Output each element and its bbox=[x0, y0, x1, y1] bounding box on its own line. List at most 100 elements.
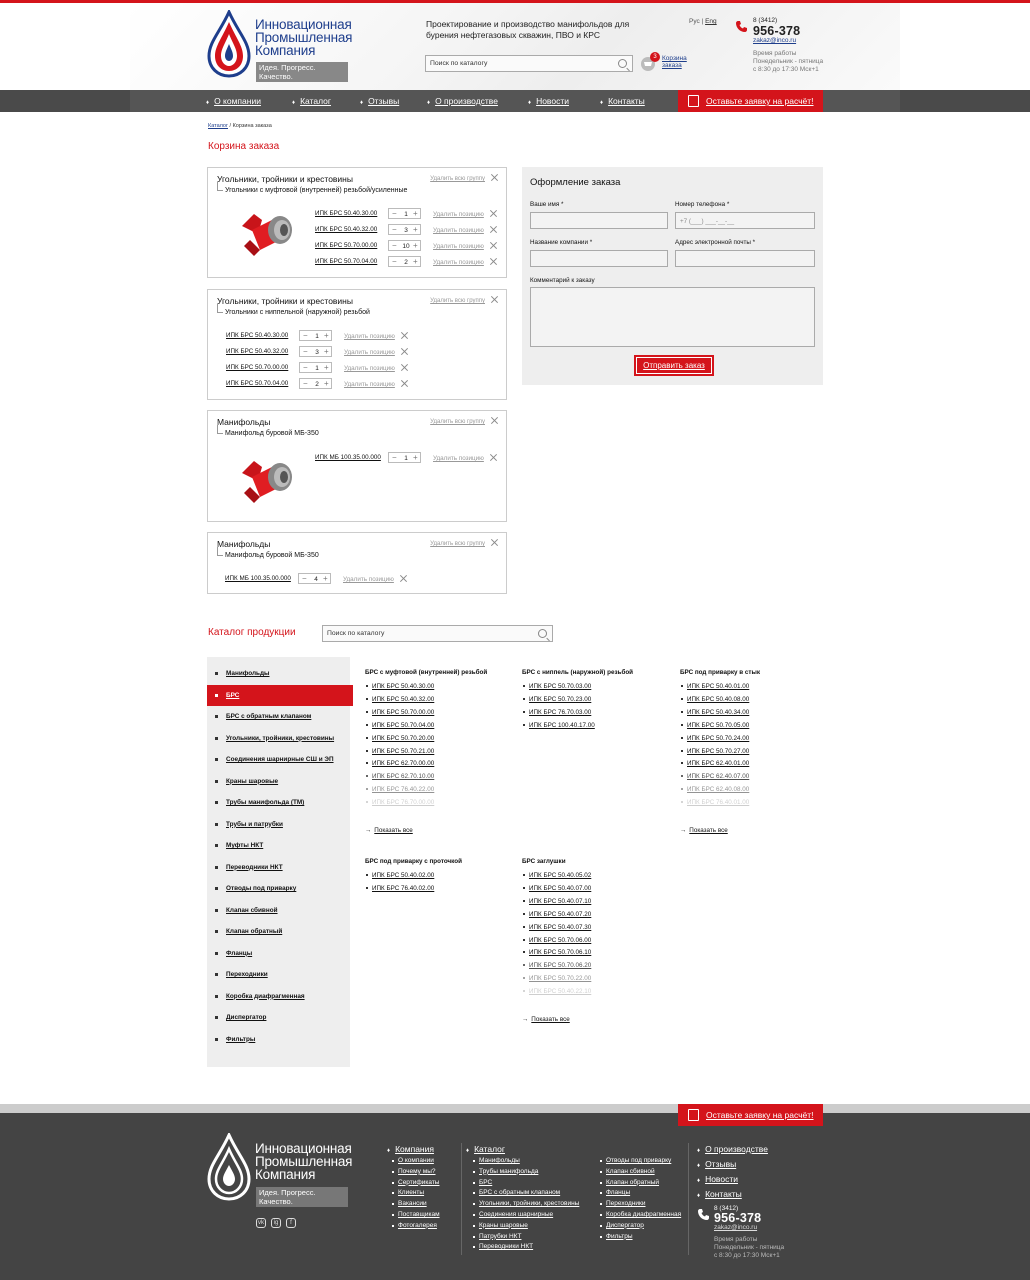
catalog-item-link[interactable]: ИПК БРС 50.70.04.00 bbox=[365, 722, 434, 729]
sidebar-item[interactable]: БРС bbox=[214, 692, 239, 699]
footer-main-link[interactable]: Контакты bbox=[697, 1189, 742, 1199]
header-search[interactable]: Поиск по каталогу bbox=[425, 55, 633, 72]
catalog-item-link[interactable]: ИПК БРС 50.70.06.10 bbox=[522, 949, 591, 956]
plus-icon[interactable]: + bbox=[413, 257, 418, 266]
quantity-stepper[interactable]: −1 + bbox=[388, 208, 421, 219]
delete-position-button[interactable]: Удалить позицию bbox=[344, 348, 408, 356]
footer-catalog-sublink[interactable]: Фильтры bbox=[600, 1233, 633, 1240]
catalog-item-link[interactable]: ИПК БРС 50.40.08.00 bbox=[680, 696, 749, 703]
catalog-item-link[interactable]: ИПК БРС 50.40.22.10 bbox=[522, 988, 591, 995]
sidebar-item[interactable]: Отводы под приварку bbox=[214, 885, 296, 892]
quantity-stepper[interactable]: −3 + bbox=[388, 224, 421, 235]
catalog-item-link[interactable]: ИПК БРС 50.70.20.00 bbox=[365, 735, 434, 742]
close-icon[interactable] bbox=[401, 348, 408, 355]
catalog-item-link[interactable]: ИПК БРС 62.70.10.00 bbox=[365, 773, 434, 780]
catalog-item-link[interactable]: ИПК БРС 50.40.07.10 bbox=[522, 898, 591, 905]
footer-catalog-sublink[interactable]: Диспергатор bbox=[600, 1222, 644, 1229]
sidebar-item[interactable]: Трубы манифольда (ТМ) bbox=[214, 799, 304, 806]
show-all-link[interactable]: Показать все bbox=[680, 827, 727, 834]
cart-item-code[interactable]: ИПК БРС 50.70.04.00 bbox=[226, 380, 288, 387]
footer-catalog-sublink[interactable]: Угольники, тройники, крестовины bbox=[472, 1200, 579, 1207]
plus-icon[interactable]: + bbox=[324, 363, 329, 372]
footer-main-link[interactable]: Новости bbox=[697, 1174, 738, 1184]
footer-company-sublink[interactable]: Почему мы? bbox=[392, 1168, 436, 1175]
footer-catalog-sublink[interactable]: БРС bbox=[472, 1179, 492, 1186]
catalog-item-link[interactable]: ИПК БРС 50.70.23.00 bbox=[522, 696, 591, 703]
catalog-search[interactable]: Поиск по каталогу bbox=[322, 625, 553, 642]
catalog-item-link[interactable]: ИПК БРС 50.70.22.00 bbox=[522, 975, 591, 982]
close-icon[interactable] bbox=[490, 258, 497, 265]
catalog-item-link[interactable]: ИПК БРС 76.40.22.00 bbox=[365, 786, 434, 793]
delete-position-button[interactable]: Удалить позицию bbox=[344, 332, 408, 340]
quantity-value[interactable]: 2 bbox=[313, 381, 321, 388]
close-icon[interactable] bbox=[490, 454, 497, 461]
phone-field[interactable]: +7 (___) ___-__-__ bbox=[675, 212, 815, 229]
catalog-item-link[interactable]: ИПК БРС 50.40.01.00 bbox=[680, 683, 749, 690]
catalog-item-link[interactable]: ИПК БРС 50.40.07.30 bbox=[522, 924, 591, 931]
catalog-item-link[interactable]: ИПК БРС 50.70.00.00 bbox=[365, 709, 434, 716]
search-icon[interactable] bbox=[618, 59, 627, 68]
plus-icon[interactable]: + bbox=[324, 347, 329, 356]
close-icon[interactable] bbox=[400, 575, 407, 582]
sidebar-item[interactable]: Переводники НКТ bbox=[215, 864, 283, 871]
breadcrumb-catalog[interactable]: Каталог bbox=[208, 123, 228, 129]
delete-group-button[interactable]: Удалить всю группу bbox=[430, 296, 498, 304]
quantity-stepper[interactable]: −4 + bbox=[298, 573, 331, 584]
footer-catalog-sublink[interactable]: Соединения шарнирные bbox=[472, 1211, 553, 1218]
quantity-stepper[interactable]: −2 + bbox=[299, 378, 332, 389]
minus-icon[interactable]: − bbox=[303, 347, 308, 356]
catalog-item-link[interactable]: ИПК БРС 62.40.08.00 bbox=[680, 786, 749, 793]
facebook-icon[interactable]: f bbox=[286, 1218, 296, 1228]
minus-icon[interactable]: − bbox=[303, 379, 308, 388]
footer-catalog-sublink[interactable]: Переводники НКТ bbox=[472, 1243, 533, 1250]
footer-company-sublink[interactable]: Сертификаты bbox=[391, 1179, 439, 1186]
nav-item-about[interactable]: О компании bbox=[206, 96, 261, 106]
email-link[interactable]: zakaz@inco.ru bbox=[753, 37, 796, 44]
minus-icon[interactable]: − bbox=[392, 209, 397, 218]
delete-position-button[interactable]: Удалить позицию bbox=[433, 258, 497, 266]
close-icon[interactable] bbox=[401, 332, 408, 339]
search-icon[interactable] bbox=[538, 629, 547, 638]
close-icon[interactable] bbox=[401, 364, 408, 371]
plus-icon[interactable]: + bbox=[324, 379, 329, 388]
cart-item-code[interactable]: ИПК БРС 50.40.32.00 bbox=[226, 348, 288, 355]
submit-order-button[interactable]: Отправить заказ bbox=[634, 355, 714, 376]
quantity-value[interactable]: 1 bbox=[313, 365, 321, 372]
catalog-item-link[interactable]: ИПК БРС 50.40.30.00 bbox=[365, 683, 434, 690]
delete-group-button[interactable]: Удалить всю группу bbox=[430, 174, 498, 182]
footer-catalog-sublink[interactable]: Краны шаровые bbox=[473, 1222, 528, 1229]
delete-group-button[interactable]: Удалить всю группу bbox=[430, 417, 498, 425]
footer-company-link[interactable]: Компания bbox=[387, 1144, 434, 1154]
catalog-item-link[interactable]: ИПК БРС 50.70.21.00 bbox=[365, 748, 434, 755]
close-icon[interactable] bbox=[490, 210, 497, 217]
delete-position-button[interactable]: Удалить позицию bbox=[433, 242, 497, 250]
show-all-link[interactable]: Показать все bbox=[522, 1016, 569, 1023]
email-field[interactable] bbox=[675, 250, 815, 267]
footer-catalog-sublink[interactable]: Клапан сбивной bbox=[600, 1168, 655, 1175]
sidebar-item[interactable]: Фланцы bbox=[214, 950, 252, 957]
footer-company-sublink[interactable]: Клиенты bbox=[391, 1189, 424, 1196]
catalog-item-link[interactable]: ИПК БРС 50.40.02.00 bbox=[365, 872, 434, 879]
footer-catalog-sublink[interactable]: Манифольды bbox=[473, 1157, 520, 1164]
catalog-item-link[interactable]: ИПК БРС 50.40.07.20 bbox=[522, 911, 591, 918]
vk-icon[interactable]: vk bbox=[256, 1218, 266, 1228]
quantity-stepper[interactable]: −3 + bbox=[299, 346, 332, 357]
close-icon[interactable] bbox=[491, 417, 498, 424]
quantity-value[interactable]: 3 bbox=[402, 227, 410, 234]
catalog-item-link[interactable]: ИПК БРС 62.70.00.00 bbox=[365, 760, 434, 767]
header-search-input[interactable]: Поиск по каталогу bbox=[430, 60, 487, 67]
footer-logo-icon[interactable] bbox=[206, 1133, 252, 1201]
phone-number[interactable]: 956-378 bbox=[753, 24, 800, 38]
sidebar-item[interactable]: Переходники bbox=[215, 971, 268, 978]
close-icon[interactable] bbox=[491, 296, 498, 303]
sidebar-item[interactable]: Соединения шарнирные СШ и ЭП bbox=[215, 756, 334, 763]
minus-icon[interactable]: − bbox=[392, 225, 397, 234]
sidebar-item[interactable]: Диспергатор bbox=[214, 1014, 266, 1021]
cart-item-code[interactable]: ИПК МБ 100.35.00.000 bbox=[225, 575, 291, 582]
cart-item-code[interactable]: ИПК БРС 50.40.30.00 bbox=[226, 332, 288, 339]
delete-position-button[interactable]: Удалить позицию bbox=[344, 364, 408, 372]
footer-main-link[interactable]: О производстве bbox=[697, 1144, 768, 1154]
quantity-value[interactable]: 4 bbox=[312, 576, 320, 583]
footer-catalog-sublink[interactable]: Трубы манифольда bbox=[472, 1168, 538, 1175]
minus-icon[interactable]: − bbox=[303, 363, 308, 372]
